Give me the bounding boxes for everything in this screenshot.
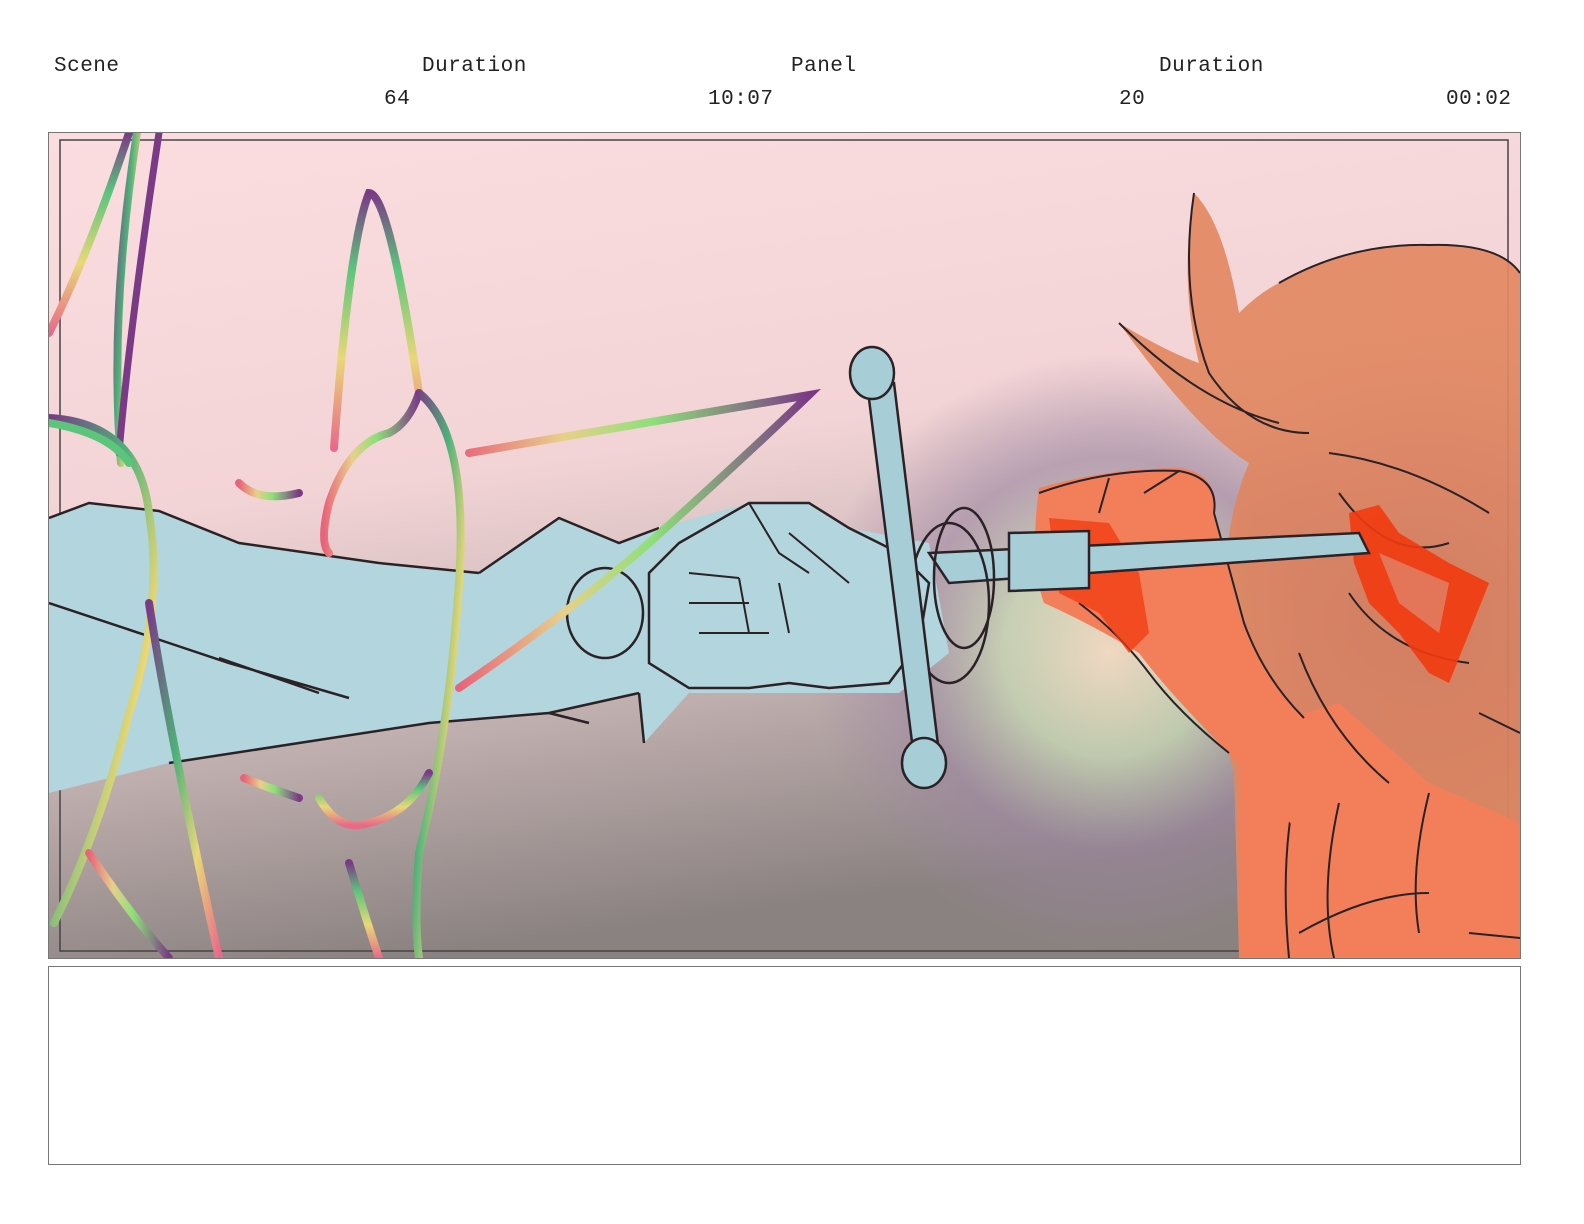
scene-label: Scene <box>54 55 120 78</box>
panel-notes-text <box>49 967 1520 987</box>
scene-number: 64 <box>384 88 411 111</box>
panel-duration-value: 00:02 <box>1446 88 1512 111</box>
panel-label: Panel <box>791 55 857 78</box>
panel-number: 20 <box>1119 88 1146 111</box>
scene-duration-value: 10:07 <box>708 88 774 111</box>
panel-illustration <box>49 133 1520 958</box>
panel-notes-box[interactable] <box>48 966 1521 1165</box>
storyboard-panel-frame <box>48 132 1521 959</box>
scene-duration-label: Duration <box>422 55 527 78</box>
panel-duration-label: Duration <box>1159 55 1264 78</box>
